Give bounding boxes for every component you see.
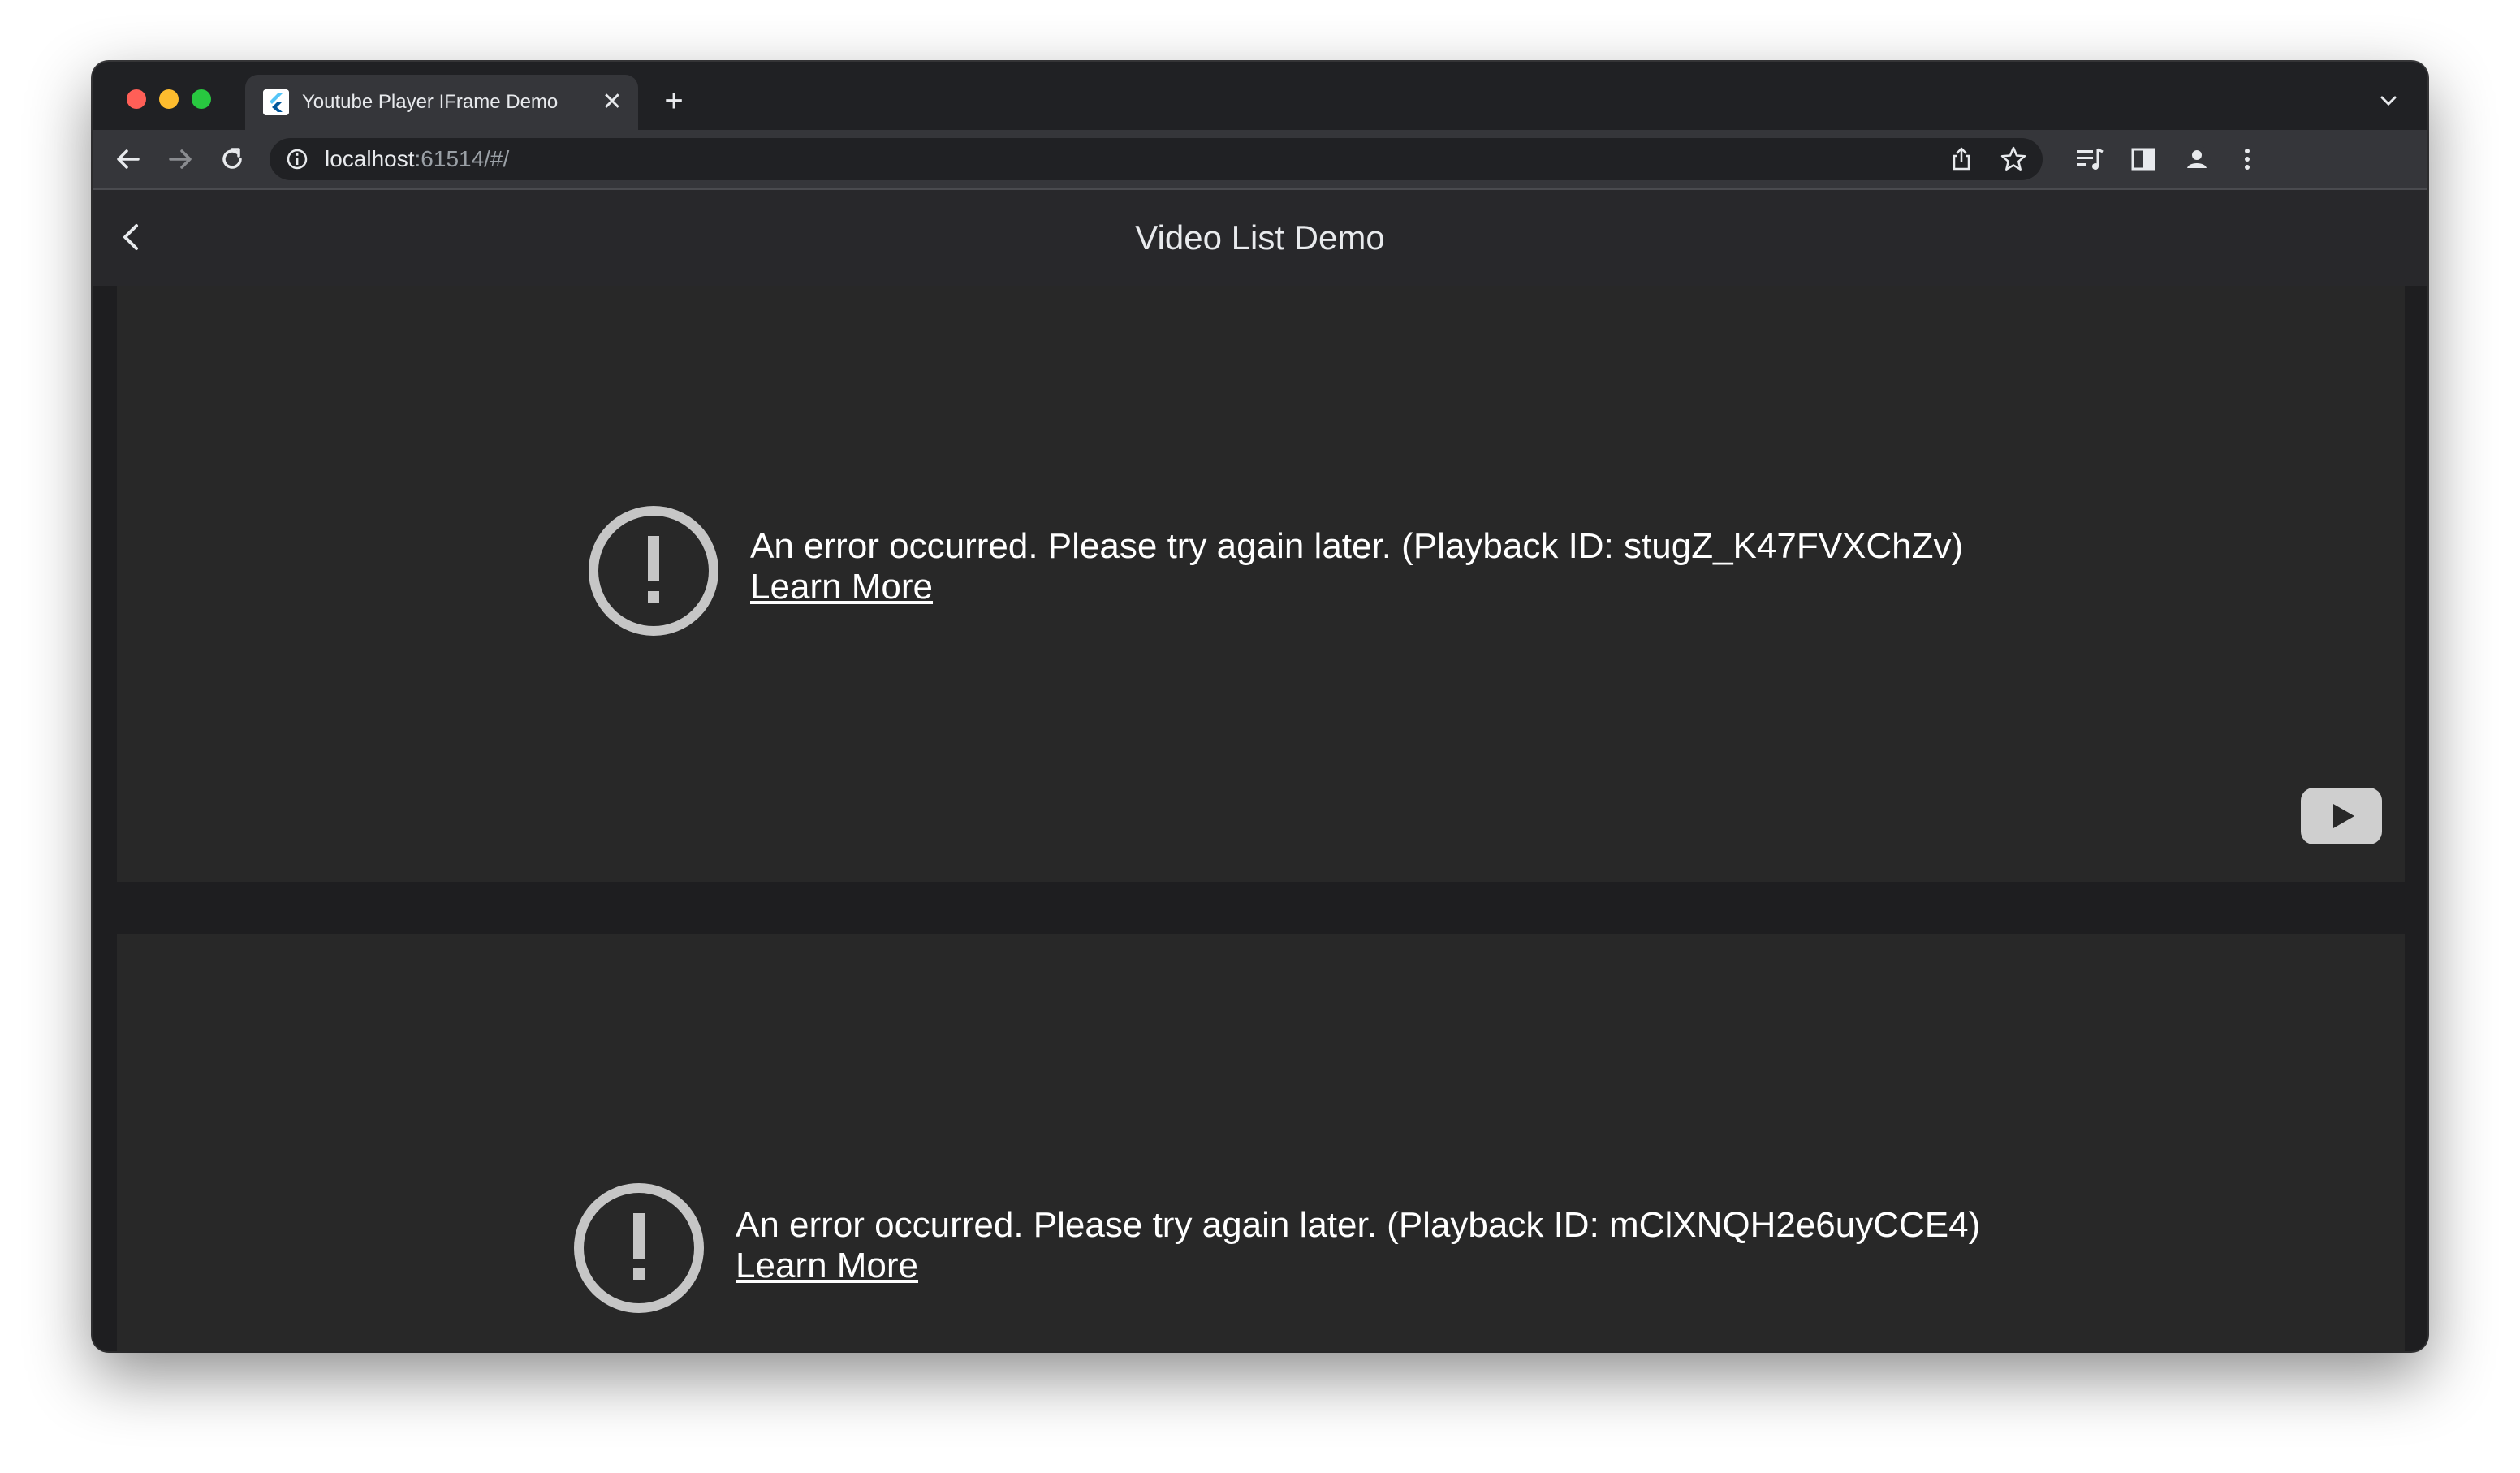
share-icon[interactable] (1947, 145, 1976, 174)
maximize-window-button[interactable] (192, 89, 211, 109)
youtube-logo-icon[interactable] (2301, 788, 2382, 844)
page-title: Video List Demo (1135, 218, 1385, 257)
tab-strip: Youtube Player IFrame Demo ✕ + (93, 62, 2427, 130)
error-message: An error occurred. Please try again late… (736, 1205, 1981, 1245)
tab-active[interactable]: Youtube Player IFrame Demo ✕ (245, 75, 638, 130)
info-icon[interactable] (286, 148, 309, 171)
error-message: An error occurred. Please try again late… (750, 526, 1964, 566)
side-panel-icon[interactable] (2127, 143, 2160, 175)
screen: Youtube Player IFrame Demo ✕ + localhost… (0, 0, 2520, 1473)
browser-window: Youtube Player IFrame Demo ✕ + localhost… (93, 62, 2427, 1351)
reload-icon[interactable] (213, 140, 252, 179)
minimize-window-button[interactable] (159, 89, 179, 109)
arrow-left-icon[interactable] (109, 140, 148, 179)
error-icon (573, 1182, 705, 1314)
browser-toolbar: localhost:61514/#/ (93, 130, 2427, 190)
plus-icon[interactable]: + (654, 81, 693, 120)
arrow-right-icon[interactable] (161, 140, 200, 179)
profile-icon[interactable] (2181, 143, 2213, 175)
close-icon[interactable]: ✕ (598, 88, 627, 117)
page-content: Video List Demo An error occurred. Pleas… (93, 190, 2427, 1351)
tab-title: Youtube Player IFrame Demo (302, 91, 559, 113)
flutter-icon (263, 89, 289, 115)
close-window-button[interactable] (127, 89, 146, 109)
error-icon (588, 505, 719, 637)
learn-more-link[interactable]: Learn More (736, 1246, 918, 1286)
app-bar: Video List Demo (93, 190, 2427, 286)
video-player[interactable]: An error occurred. Please try again late… (117, 286, 2405, 882)
chevron-down-icon[interactable] (2374, 86, 2403, 115)
star-icon[interactable] (1999, 145, 2028, 174)
video-player[interactable]: An error occurred. Please try again late… (117, 934, 2405, 1351)
url-host: localhost (325, 146, 415, 171)
reading-list-icon[interactable] (2073, 143, 2106, 175)
address-bar[interactable]: localhost:61514/#/ (270, 138, 2043, 180)
url-text: localhost:61514/#/ (325, 138, 509, 180)
url-path: :61514/#/ (414, 146, 510, 171)
learn-more-link[interactable]: Learn More (750, 567, 933, 607)
more-vert-icon[interactable] (2231, 143, 2263, 175)
